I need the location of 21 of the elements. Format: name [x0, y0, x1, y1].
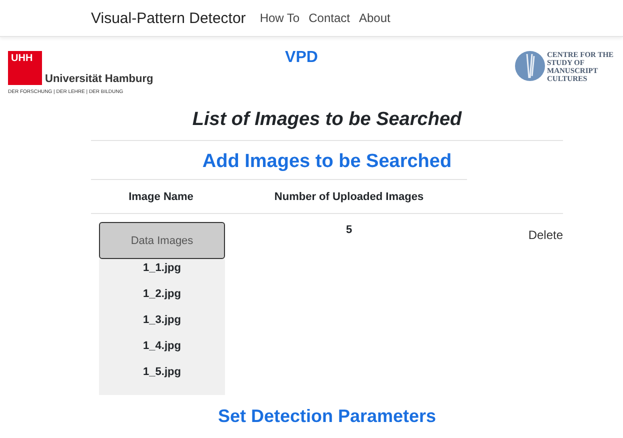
- nav-link[interactable]: How To: [260, 11, 300, 25]
- section-heading: Set Detection Parameters: [216, 405, 438, 427]
- university-logo-icon: UHH: [8, 51, 42, 85]
- image-count: 5: [344, 223, 354, 238]
- file-name: 1_1.jpg: [142, 261, 182, 276]
- brand-link[interactable]: Visual-Pattern Detector: [91, 10, 246, 26]
- file-name: 1_4.jpg: [142, 339, 182, 354]
- file-name: 1_5.jpg: [142, 365, 182, 380]
- delete-link[interactable]: Delete: [467, 222, 563, 395]
- data-images-button[interactable]: Data Images: [99, 222, 225, 259]
- page-title: List of Images to be Searched: [91, 109, 563, 141]
- file-name: 1_2.jpg: [142, 287, 182, 302]
- column-header: Number of Uploaded Images: [273, 190, 425, 202]
- column-header: Image Name: [128, 190, 194, 202]
- section-heading: Add Images to be Searched: [201, 151, 453, 173]
- university-name: Universität Hamburg: [45, 73, 154, 85]
- nav-link[interactable]: Contact: [308, 11, 350, 25]
- nav-link[interactable]: About: [358, 11, 390, 25]
- file-name: 1_3.jpg: [142, 313, 182, 328]
- quill-logo-icon: [515, 51, 545, 81]
- site-title: VPD: [284, 49, 319, 68]
